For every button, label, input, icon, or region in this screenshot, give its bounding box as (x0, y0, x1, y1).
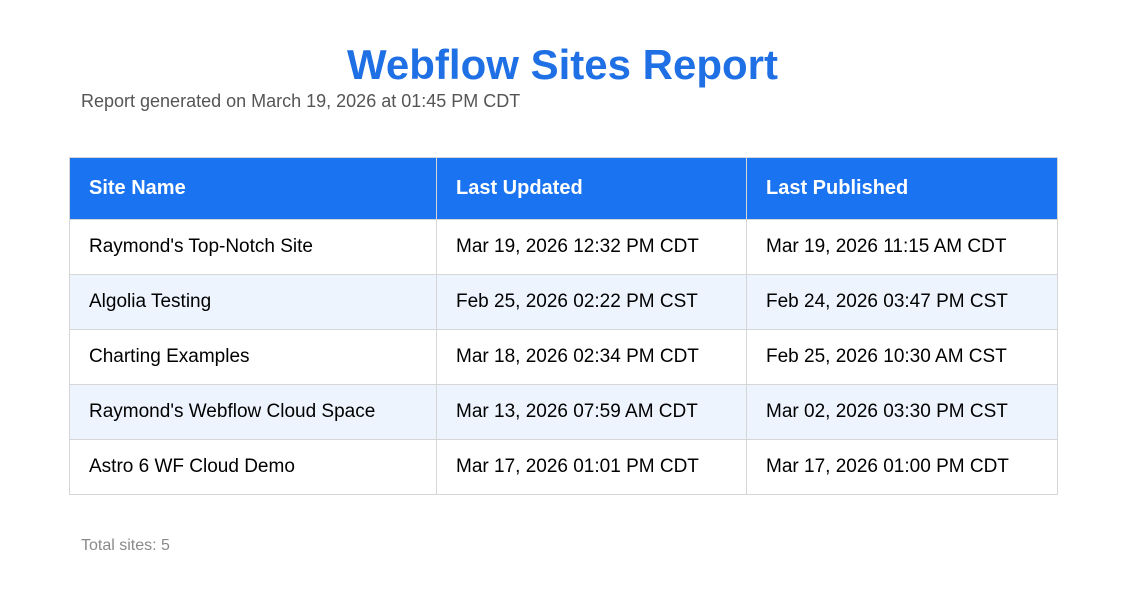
site-name-cell: Charting Examples (69, 329, 437, 385)
page-title: Webflow Sites Report (347, 41, 778, 88)
site-name-cell: Astro 6 WF Cloud Demo (69, 439, 437, 495)
report-generated-text: Report generated on March 19, 2026 at 01… (81, 91, 521, 111)
last-updated-cell: Mar 19, 2026 12:32 PM CDT (436, 219, 747, 275)
last-published-cell: Feb 24, 2026 03:47 PM CST (746, 274, 1058, 330)
table-row: Charting Examples Mar 18, 2026 02:34 PM … (69, 329, 1058, 385)
last-published-cell: Feb 25, 2026 10:30 AM CST (746, 329, 1058, 385)
site-name-cell: Raymond's Top-Notch Site (69, 219, 437, 275)
table-row: Algolia Testing Feb 25, 2026 02:22 PM CS… (69, 274, 1058, 330)
site-name-cell: Algolia Testing (69, 274, 437, 330)
last-published-cell: Mar 02, 2026 03:30 PM CST (746, 384, 1058, 440)
column-header-last-updated: Last Updated (436, 157, 747, 220)
last-updated-cell: Mar 18, 2026 02:34 PM CDT (436, 329, 747, 385)
table-row: Raymond's Webflow Cloud Space Mar 13, 20… (69, 384, 1058, 440)
last-updated-cell: Mar 17, 2026 01:01 PM CDT (436, 439, 747, 495)
column-header-last-published: Last Published (746, 157, 1058, 220)
table-header-row: Site Name Last Updated Last Published (69, 157, 1058, 220)
last-published-cell: Mar 19, 2026 11:15 AM CDT (746, 219, 1058, 275)
last-updated-cell: Feb 25, 2026 02:22 PM CST (436, 274, 747, 330)
column-header-site-name: Site Name (69, 157, 437, 220)
last-published-cell: Mar 17, 2026 01:00 PM CDT (746, 439, 1058, 495)
last-updated-cell: Mar 13, 2026 07:59 AM CDT (436, 384, 747, 440)
site-name-cell: Raymond's Webflow Cloud Space (69, 384, 437, 440)
table-row: Raymond's Top-Notch Site Mar 19, 2026 12… (69, 219, 1058, 275)
total-sites-count: Total sites: 5 (81, 537, 170, 554)
sites-table: Site Name Last Updated Last Published Ra… (69, 157, 1058, 495)
table-row: Astro 6 WF Cloud Demo Mar 17, 2026 01:01… (69, 439, 1058, 495)
